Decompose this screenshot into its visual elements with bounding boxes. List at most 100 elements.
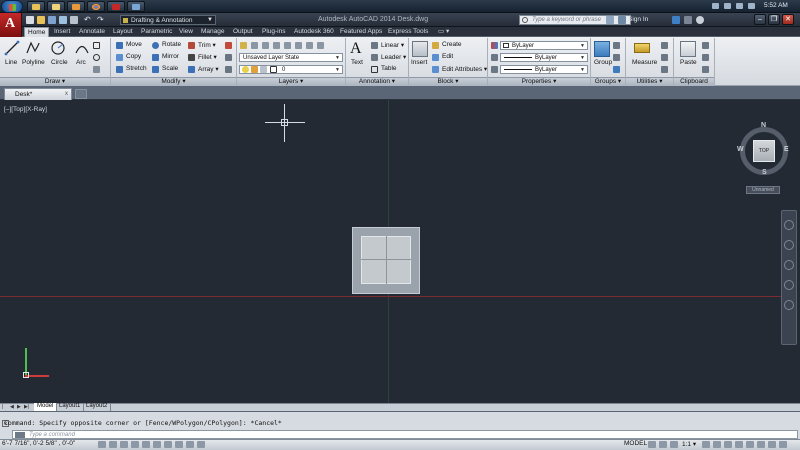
battery-icon[interactable] (736, 3, 743, 9)
layer-tool-icon[interactable] (317, 42, 324, 49)
mirror-button[interactable]: Mirror (162, 53, 179, 60)
app-icon[interactable] (127, 1, 145, 12)
leader-button[interactable]: Leader ▾ (381, 53, 406, 61)
fillet-icon[interactable] (188, 54, 195, 61)
compass-south[interactable]: S (762, 169, 767, 176)
chrome-icon[interactable] (87, 1, 105, 12)
dynamic-ucs-icon[interactable] (175, 441, 183, 448)
arc-icon[interactable] (74, 40, 90, 56)
communication-icon[interactable] (684, 16, 692, 24)
draw-more-icon[interactable] (93, 66, 100, 73)
media-icon[interactable] (67, 1, 85, 12)
new-tab-button[interactable] (75, 89, 87, 99)
create-button[interactable]: Create (442, 41, 462, 48)
layer-tool-icon[interactable] (295, 42, 302, 49)
leader-icon[interactable] (371, 54, 378, 61)
tab-layout2[interactable]: Layout2 (83, 403, 112, 411)
status-menu-icon[interactable] (768, 441, 776, 448)
rotate-icon[interactable] (152, 42, 159, 49)
layer-tool-icon[interactable] (273, 42, 280, 49)
tab-manage[interactable]: Manage (198, 27, 228, 37)
new-icon[interactable] (26, 16, 34, 24)
first-layout-icon[interactable]: |◀ (2, 404, 7, 416)
lineweight-icon[interactable] (491, 54, 498, 61)
steering-wheel-icon[interactable] (784, 220, 794, 230)
explode-icon[interactable] (225, 54, 232, 61)
compass-north[interactable]: N (761, 122, 766, 129)
workspace-switch-icon[interactable] (724, 441, 732, 448)
layer-tool-icon[interactable] (251, 42, 258, 49)
copy-button[interactable]: Copy (126, 53, 141, 60)
tab-plugins[interactable]: Plug-ins (259, 27, 288, 37)
save-icon[interactable] (48, 16, 56, 24)
utility-icon[interactable] (661, 66, 668, 73)
fillet-button[interactable]: Fillet ▾ (198, 53, 217, 61)
network-icon[interactable] (724, 3, 731, 9)
clock[interactable]: 5:52 AM (764, 2, 788, 9)
array-icon[interactable] (188, 66, 195, 73)
line-icon[interactable] (4, 40, 20, 56)
cut-icon[interactable] (702, 42, 709, 49)
annotation-scale-select[interactable]: 1:1 ▾ (682, 440, 696, 448)
tab-view[interactable]: View (176, 27, 196, 37)
paste-icon[interactable] (680, 41, 696, 57)
linear-button[interactable]: Linear ▾ (381, 41, 404, 49)
pan-icon[interactable] (784, 240, 794, 250)
object-snap-icon[interactable] (142, 441, 150, 448)
properties-panel-title[interactable]: Properties ▾ (488, 77, 590, 86)
mirror-icon[interactable] (152, 54, 159, 61)
layers-panel-title[interactable]: Layers ▾ (237, 77, 345, 86)
auto-scale-icon[interactable] (713, 441, 721, 448)
explorer-icon[interactable] (27, 1, 45, 12)
volume-icon[interactable] (748, 3, 755, 9)
folder-icon[interactable] (47, 1, 65, 12)
layer-state-select[interactable]: Unsaved Layer State ▼ (239, 53, 343, 62)
layer-tool-icon[interactable] (306, 42, 313, 49)
undo-icon[interactable]: ↶ (84, 16, 92, 24)
polar-tracking-icon[interactable] (131, 441, 139, 448)
hatch-icon[interactable] (93, 54, 100, 61)
ribbon-options-icon[interactable]: ▭ ▾ (435, 27, 452, 37)
group-icon[interactable] (594, 41, 610, 57)
utility-icon[interactable] (661, 54, 668, 61)
paste-button[interactable]: Paste (680, 59, 697, 66)
clean-screen-icon[interactable] (779, 441, 787, 448)
scale-button[interactable]: Scale (162, 65, 178, 72)
offset-icon[interactable] (225, 66, 232, 73)
rotate-button[interactable]: Rotate (162, 41, 181, 48)
measure-button[interactable]: Measure (632, 59, 657, 66)
rectangle-icon[interactable] (93, 42, 100, 49)
utilities-panel-title[interactable]: Utilities ▾ (626, 77, 673, 86)
save-as-icon[interactable] (59, 16, 67, 24)
hardware-acceleration-icon[interactable] (746, 441, 754, 448)
tab-layout[interactable]: Layout (110, 27, 136, 37)
color-select[interactable]: ByLayer ▼ (500, 41, 588, 50)
table-button[interactable]: Table (381, 65, 397, 72)
compass-east[interactable]: E (784, 146, 789, 153)
move-icon[interactable] (116, 42, 123, 49)
tab-model[interactable]: Model (34, 403, 58, 411)
copy-clip-icon[interactable] (702, 66, 709, 73)
group-selection-icon[interactable] (613, 66, 620, 73)
match-properties-icon[interactable] (491, 42, 498, 49)
draw-panel-title[interactable]: Draw ▾ (0, 77, 110, 86)
trim-button[interactable]: Trim ▾ (198, 41, 216, 49)
tab-output[interactable]: Output (230, 27, 256, 37)
annotation-scale-icon[interactable] (670, 441, 678, 448)
snap-mode-icon[interactable] (98, 441, 106, 448)
edit-button[interactable]: Edit (442, 53, 453, 60)
file-tab-desk[interactable]: Desk* x (4, 88, 72, 100)
open-icon[interactable] (37, 16, 45, 24)
orbit-icon[interactable] (784, 280, 794, 290)
edit-attributes-button[interactable]: Edit Attributes ▾ (442, 65, 487, 73)
object-snap-tracking-icon[interactable] (164, 441, 172, 448)
autocad-icon[interactable] (107, 1, 125, 12)
ucs-menu[interactable]: Unnamed (746, 186, 780, 194)
isolate-objects-icon[interactable] (757, 441, 765, 448)
next-layout-icon[interactable]: ▶ (17, 404, 22, 410)
array-button[interactable]: Array ▾ (198, 65, 219, 73)
workspace-select[interactable]: Drafting & Annotation ▼ (120, 15, 216, 25)
annotation-panel-title[interactable]: Annotation ▾ (346, 77, 408, 86)
exchange-icon[interactable] (672, 16, 680, 24)
stretch-button[interactable]: Stretch (126, 65, 147, 72)
